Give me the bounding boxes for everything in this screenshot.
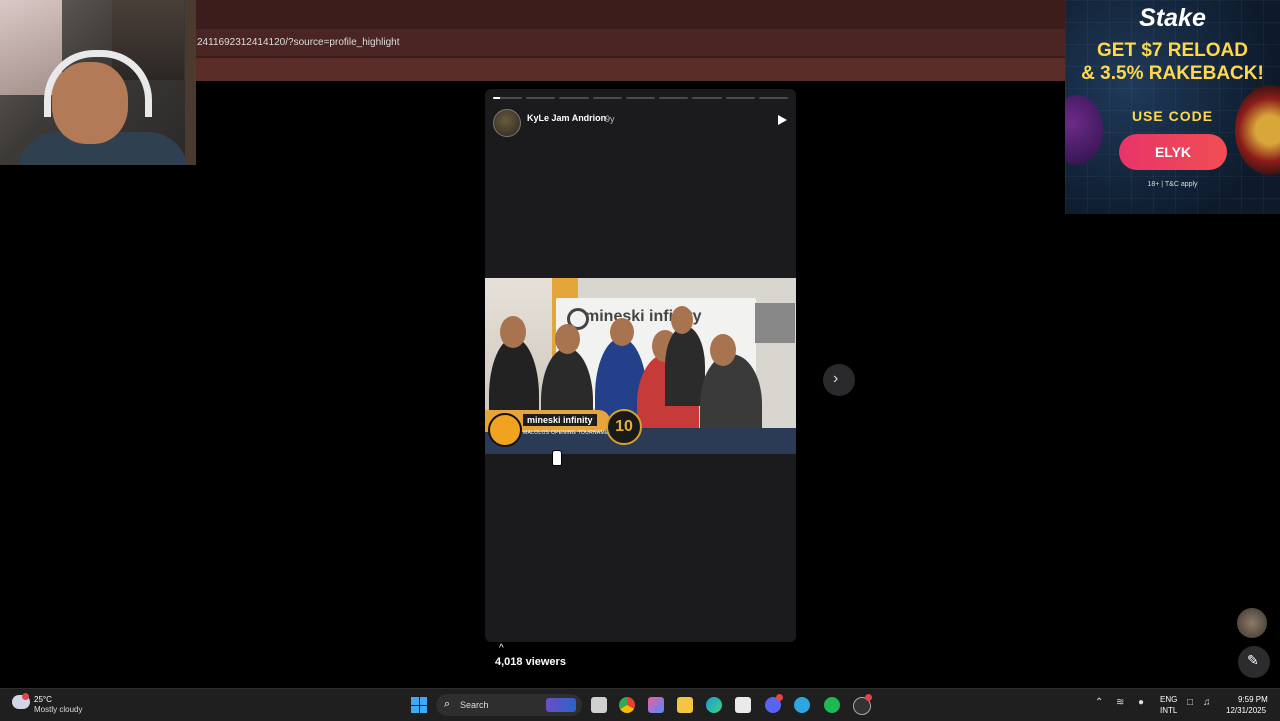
logo-text: mineski infinity [523,414,597,426]
webcam-overlay [0,0,196,165]
person-face [671,306,693,334]
tab-strip [195,0,1065,26]
ad-headline-2: & 3.5% RAKEBACK! [1081,63,1264,84]
author-avatar[interactable] [493,109,521,137]
windows-start-icon[interactable] [411,697,427,713]
progress-segment [692,97,722,99]
bookmarks-bar [195,58,1065,81]
viewer-count[interactable]: 4,018 viewers [495,656,566,668]
taskbar-search[interactable]: ⌕ Search [436,694,582,716]
search-placeholder: Search [460,700,489,710]
search-highlight-icon [546,698,576,712]
clock-date[interactable]: 12/31/2025 [1226,706,1266,715]
discord-badge [776,694,783,701]
progress-segment [725,97,755,99]
language-code[interactable]: ENG [1160,695,1177,704]
ad-terms: 18+ | T&C apply [1147,181,1198,188]
logo-subtitle: MALOLOS OPENING TOURNAMENT [523,430,616,436]
next-story-button[interactable]: › [823,364,855,396]
chat-avatar[interactable] [1237,608,1267,638]
person-face [500,316,526,348]
chevron-right-icon: › [833,370,839,387]
photo-window [755,303,795,343]
person-face [555,324,580,354]
network-icon[interactable]: ≋ [1116,697,1124,708]
spotify-icon[interactable] [824,697,840,713]
weather-alert-dot [22,693,29,700]
progress-segment [559,97,589,99]
file-explorer-icon[interactable] [677,697,693,713]
story-viewer[interactable]: KyLe Jam Andrion 9y mineski infinity min… [485,89,796,642]
chrome-icon[interactable] [619,697,635,713]
person-face [710,334,736,366]
person [665,326,705,406]
url-text[interactable]: 2411692312414120/?source=profile_highlig… [197,37,400,48]
microphone-icon[interactable]: ● [1138,697,1144,708]
language-layout[interactable]: INTL [1160,706,1177,715]
weather-temperature[interactable]: 25°C [34,695,52,704]
tray-chevron-icon[interactable]: ⌃ [1095,697,1103,708]
volume-icon[interactable]: ♫ [1203,697,1211,708]
play-icon[interactable] [778,115,787,125]
author-name[interactable]: KyLe Jam Andrion [527,113,606,123]
compose-button[interactable]: ✎ [1238,646,1270,678]
edit-icon: ✎ [1247,652,1259,668]
mineski-logo-icon [488,413,522,447]
progress-segment [758,97,788,99]
display-icon[interactable]: □ [1187,697,1193,708]
chevron-up-icon[interactable]: ^ [499,643,504,654]
anniversary-badge: 10 [606,409,642,445]
webcam-doorframe [185,0,196,165]
progress-segment [526,97,556,99]
ad-code-button[interactable]: ELYK [1119,134,1227,170]
edge-icon[interactable] [706,697,722,713]
person-face [610,318,634,346]
search-icon: ⌕ [444,698,451,710]
browser-toolbar: 2411692312414120/?source=profile_highlig… [195,0,1065,81]
weather-condition[interactable]: Mostly cloudy [34,705,82,714]
ad-headline: GET $7 RELOAD [1097,40,1248,61]
store-icon[interactable] [735,697,751,713]
progress-segment [493,97,523,99]
story-age: 9y [605,114,615,124]
obs-recording-dot [865,694,872,701]
task-view-icon[interactable] [591,697,607,713]
stake-ad[interactable]: Stake GET $7 RELOAD & 3.5% RAKEBACK! USE… [1065,0,1280,214]
progress-fill [493,97,501,99]
copilot-icon[interactable] [648,697,664,713]
hand-cursor-icon [552,450,562,466]
telegram-icon[interactable] [794,697,810,713]
progress-segment [592,97,622,99]
ad-brand: Stake [1139,4,1206,32]
story-photo: mineski infinity mineski infinity MALOLO… [485,278,796,454]
story-progress [493,97,788,99]
clock-time[interactable]: 9:59 PM [1238,695,1268,704]
progress-segment [625,97,656,99]
ad-use-code: USE CODE [1131,108,1214,124]
taskbar: 25°C Mostly cloudy ⌕ Search ⌃ ≋ ● ENG IN… [0,688,1280,721]
progress-segment [659,97,689,99]
